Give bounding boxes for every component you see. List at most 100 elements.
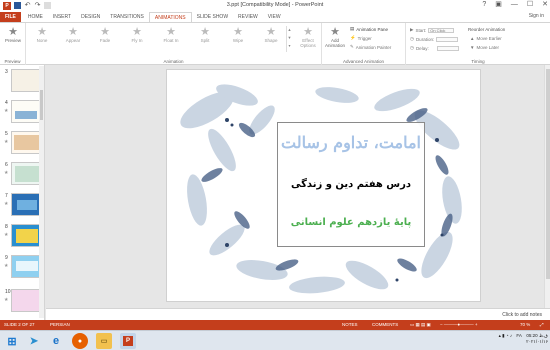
powerpoint-taskbar-button[interactable]: P (120, 333, 136, 349)
effect-split-button[interactable]: ★ Split (192, 26, 218, 43)
thumbnail-slide-4[interactable]: 4 ★ (2, 100, 44, 128)
telegram-icon[interactable]: ➤ (26, 333, 42, 349)
move-later-button[interactable]: ▼ Move Later (470, 45, 499, 50)
thumbnails-scrollbar[interactable] (39, 66, 44, 318)
preview-button[interactable]: ★ Preview (0, 26, 26, 43)
animation-star-icon: ★ (4, 263, 9, 269)
redo-icon[interactable]: ↷ (34, 2, 41, 9)
preview-group-label: Preview (4, 59, 21, 64)
comments-toggle[interactable]: COMMENTS (372, 322, 398, 327)
system-tray: ▴ ▮ ◔ ♪ FA 05:20 ق.ظ ۲۰۲۱/۰۱/۱۶ (499, 333, 548, 345)
minimize-button[interactable]: — (511, 0, 518, 10)
thumbnails-scroll-knob[interactable] (40, 90, 43, 120)
slide-vertical-scrollbar[interactable] (544, 65, 550, 308)
trigger-button[interactable]: ⚡ Trigger (350, 35, 372, 41)
slide-title: امامت، تداوم رسالت (281, 133, 421, 152)
slide-scroll-knob[interactable] (546, 69, 550, 279)
undo-icon[interactable]: ↶ (24, 2, 31, 9)
current-slide[interactable]: امامت، تداوم رسالت درس هفتم دین و زندگی … (166, 69, 481, 302)
effect-float-in-label: Float In (163, 38, 179, 43)
timing-group: ▶ Start: On Click ◷ Duration: ◷ Delay: R… (406, 23, 550, 65)
internet-explorer-icon[interactable]: e (48, 333, 64, 349)
start-from-beginning-icon[interactable] (44, 2, 51, 9)
animation-star-icon: ★ (4, 108, 9, 114)
thumbnail-slide-10[interactable]: 10 ★ (2, 289, 44, 317)
effect-options-button[interactable]: ★ Effect Options (294, 26, 322, 48)
tab-home[interactable]: HOME (23, 12, 48, 22)
help-button[interactable]: ? (482, 0, 486, 10)
tab-transitions[interactable]: TRANSITIONS (105, 12, 149, 22)
fly-in-star-icon: ★ (132, 26, 142, 38)
tray-language[interactable]: FA (516, 333, 522, 338)
ribbon-display-options-button[interactable]: ▣ (495, 0, 502, 10)
thumbnail-slide-6[interactable]: 6 ★ (2, 162, 44, 190)
thumbnail-slide-9[interactable]: 9 ★ (2, 255, 44, 283)
thumbnail-slide-7[interactable]: 7 ★ (2, 193, 44, 221)
maximize-button[interactable]: ☐ (527, 0, 533, 10)
animation-star-icon: ★ (4, 139, 9, 145)
firefox-icon[interactable]: ● (72, 333, 88, 349)
tab-review[interactable]: REVIEW (233, 12, 263, 22)
powerpoint-logo-icon: P (3, 1, 11, 10)
effect-fade-label: Fade (99, 38, 111, 43)
effect-none-button[interactable]: ★ None (29, 26, 55, 43)
timing-group-label: Timing (471, 59, 485, 64)
tab-file[interactable]: FILE (0, 12, 21, 22)
tab-view[interactable]: VIEW (263, 12, 286, 22)
tray-icons[interactable]: ▴ ▮ ◔ ♪ (499, 333, 512, 338)
tray-date[interactable]: ۲۰۲۱/۰۱/۱۶ (526, 339, 548, 345)
thumbnail-number: 3 (5, 69, 8, 75)
slide-workspace: امامت، تداوم رسالت درس هفتم دین و زندگی … (46, 65, 544, 308)
effect-fade-button[interactable]: ★ Fade (92, 26, 118, 43)
save-icon[interactable] (14, 2, 21, 9)
gallery-scroll[interactable]: ▲ ▼ ▾ (286, 26, 292, 52)
preview-button-label: Preview (4, 38, 21, 43)
delay-input[interactable] (436, 45, 459, 51)
thumbnail-slide-8[interactable]: 8 ★ (2, 224, 44, 252)
view-buttons[interactable]: ▭ ▦ ▤ ▣ (410, 322, 431, 328)
add-animation-button[interactable]: ★ Add Animation (322, 26, 348, 48)
thumbnail-number: 7 (5, 193, 8, 199)
animation-painter-icon: ✎ (350, 44, 354, 49)
tab-animations[interactable]: ANIMATIONS (148, 12, 192, 22)
effect-float-in-button[interactable]: ★ Float In (158, 26, 184, 43)
preview-star-icon: ★ (8, 26, 18, 38)
zoom-slider[interactable]: − ———●——— + (440, 322, 477, 327)
add-animation-icon: ★ (330, 26, 340, 38)
move-earlier-button[interactable]: ▲ Move Earlier (470, 36, 502, 41)
zoom-level[interactable]: 70 % (520, 322, 530, 327)
powerpoint-taskbar-icon: P (123, 336, 133, 346)
animation-painter-button[interactable]: ✎ Animation Painter (350, 44, 391, 50)
duration-input[interactable] (436, 36, 459, 42)
title-text-frame[interactable]: امامت، تداوم رسالت درس هفتم دین و زندگی … (277, 122, 425, 247)
effect-appear-button[interactable]: ★ Appear (60, 26, 86, 43)
tab-slide-show[interactable]: SLIDE SHOW (192, 12, 233, 22)
effect-fly-in-button[interactable]: ★ Fly In (124, 26, 150, 43)
thumbnail-image (11, 69, 41, 92)
thumbnail-slide-5[interactable]: 5 ★ (2, 131, 44, 159)
fit-slide-icon[interactable]: ⤢ (540, 322, 544, 327)
shape-star-icon: ★ (266, 26, 276, 38)
start-select[interactable]: On Click (428, 27, 455, 33)
close-button[interactable]: ✕ (542, 0, 548, 10)
duration-label: Duration: (415, 36, 435, 42)
start-button-icon[interactable]: ⊞ (4, 333, 20, 349)
notes-placeholder: Click to add notes (502, 312, 542, 318)
language-indicator[interactable]: PERSIAN (50, 322, 70, 327)
thumbnail-slide-3[interactable]: 3 (2, 69, 44, 97)
sign-in-link[interactable]: Sign in (529, 13, 544, 19)
effect-shape-button[interactable]: ★ Shape (258, 26, 284, 43)
notes-toggle[interactable]: NOTES (342, 322, 358, 327)
animation-star-icon: ★ (4, 232, 9, 238)
file-explorer-icon[interactable]: ▭ (96, 333, 112, 349)
notes-pane[interactable]: Click to add notes (46, 308, 550, 320)
move-later-icon: ▼ (470, 45, 475, 50)
tab-design[interactable]: DESIGN (76, 12, 105, 22)
effect-wipe-button[interactable]: ★ Wipe (225, 26, 251, 43)
move-earlier-label: Move Earlier (476, 36, 502, 41)
tab-insert[interactable]: INSERT (48, 12, 76, 22)
quick-access-toolbar: P ↶ ↷ (0, 1, 51, 10)
animation-pane-button[interactable]: ▤ Animation Pane (350, 26, 388, 32)
thumbnail-image (11, 224, 41, 247)
thumbnail-image (11, 255, 41, 278)
